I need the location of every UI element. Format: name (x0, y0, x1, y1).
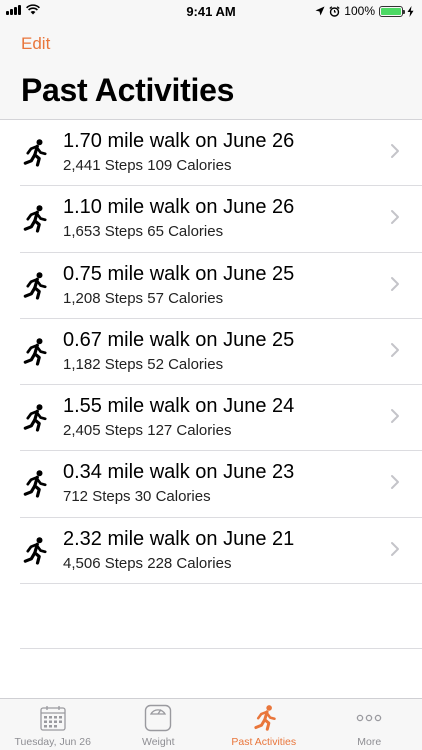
runner-icon (254, 705, 276, 731)
activity-subtitle: 1,653 Steps 65 Calories (63, 223, 224, 241)
edit-button[interactable]: Edit (21, 34, 50, 54)
activity-subtitle: 2,405 Steps 127 Calories (63, 422, 232, 440)
activity-row[interactable]: 2.32 mile walk on June 21 4,506 Steps 22… (0, 518, 422, 585)
battery-icon (379, 5, 405, 17)
activity-title: 1.55 mile walk on June 24 (63, 395, 295, 418)
page-title: Past Activities (21, 72, 235, 108)
runner-icon (23, 271, 47, 300)
tab-past-activities[interactable]: Past Activities (211, 699, 317, 750)
chevron-right-icon (391, 342, 399, 357)
activity-row[interactable]: 1.70 mile walk on June 26 2,441 Steps 10… (0, 120, 422, 187)
list-separator (20, 648, 422, 649)
activity-title: 2.32 mile walk on June 21 (63, 527, 295, 550)
activity-title: 0.67 mile walk on June 25 (63, 328, 295, 351)
tab-past-activities-label: Past Activities (231, 736, 297, 748)
activity-row[interactable]: 1.55 mile walk on June 24 2,405 Steps 12… (0, 385, 422, 452)
activity-row[interactable]: 0.34 mile walk on June 23 712 Steps 30 C… (0, 451, 422, 519)
activity-subtitle: 4,506 Steps 228 Calories (63, 554, 232, 572)
chevron-right-icon (391, 475, 399, 490)
activity-row[interactable]: 0.75 mile walk on June 25 1,208 Steps 57… (0, 253, 422, 320)
chevron-right-icon (391, 276, 399, 291)
runner-icon (23, 139, 47, 167)
location-arrow-icon (315, 6, 325, 16)
status-right: 100% (315, 4, 414, 18)
activity-subtitle: 2,441 Steps 109 Calories (63, 157, 232, 174)
runner-icon (23, 536, 47, 565)
chevron-right-icon (391, 409, 399, 424)
tab-more[interactable]: More (317, 699, 422, 750)
activity-subtitle: 712 Steps 30 Calories (63, 488, 211, 506)
activity-row[interactable]: 1.10 mile walk on June 26 1,653 Steps 65… (0, 186, 422, 253)
runner-icon (23, 338, 47, 366)
charging-bolt-icon (407, 5, 414, 17)
activity-title: 1.10 mile walk on June 26 (63, 196, 295, 219)
tab-weight[interactable]: Weight (106, 699, 212, 750)
activity-subtitle: 1,208 Steps 57 Calories (63, 289, 224, 307)
activity-row[interactable]: 0.67 mile walk on June 25 1,182 Steps 52… (0, 319, 422, 386)
tab-weight-label: Weight (142, 736, 175, 748)
scale-icon (145, 704, 172, 732)
more-icon (357, 714, 382, 722)
tab-today-label: Tuesday, Jun 26 (14, 736, 91, 748)
tab-bar: Tuesday, Jun 26 Weight Past Activities M… (0, 698, 422, 750)
tab-more-label: More (357, 736, 382, 748)
tab-today[interactable]: Tuesday, Jun 26 (0, 699, 106, 750)
activity-title: 0.75 mile walk on June 25 (63, 262, 295, 285)
runner-icon (23, 470, 47, 499)
runner-icon (23, 205, 47, 233)
battery-percent: 100% (344, 4, 375, 18)
activity-title: 1.70 mile walk on June 26 (63, 130, 295, 152)
navigation-bar: Edit Past Activities (0, 22, 422, 120)
runner-icon (23, 404, 47, 432)
chevron-right-icon (391, 541, 399, 556)
chevron-right-icon (391, 210, 399, 225)
calendar-icon (40, 706, 66, 731)
battery-fill (381, 7, 401, 15)
activity-list: 1.70 mile walk on June 26 2,441 Steps 10… (0, 120, 422, 585)
status-bar: 9:41 AM 100% (0, 0, 422, 22)
activity-title: 0.34 mile walk on June 23 (63, 461, 295, 484)
chevron-right-icon (391, 144, 399, 158)
alarm-icon (329, 5, 340, 17)
activity-subtitle: 1,182 Steps 52 Calories (63, 355, 224, 373)
